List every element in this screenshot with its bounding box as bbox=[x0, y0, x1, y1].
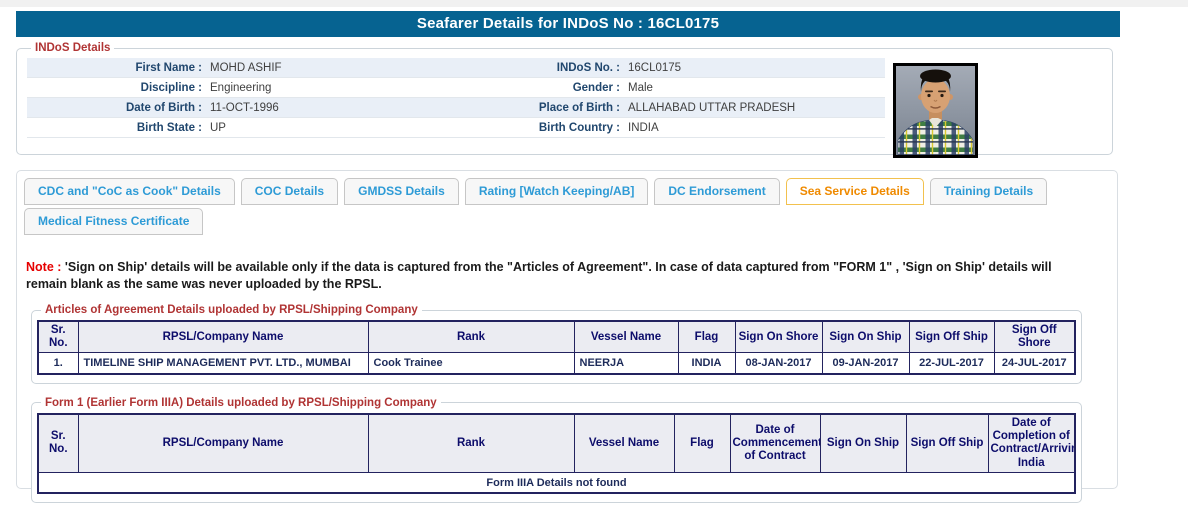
table-empty-row: Form IIIA Details not found bbox=[38, 472, 1075, 493]
birth-country-label: Birth Country : bbox=[505, 122, 627, 134]
column-header: Sign Off Shore bbox=[994, 321, 1075, 353]
detail-row: Discipline : Engineering Gender : Male bbox=[27, 78, 885, 98]
tab-row-2: Medical Fitness Certificate bbox=[24, 208, 1117, 235]
tab-row-1: CDC and "CoC as Cook" Details COC Detail… bbox=[24, 178, 1117, 205]
birth-country-value: INDIA bbox=[627, 122, 885, 134]
first-name-label: First Name : bbox=[27, 62, 209, 74]
table-cell-sign-off-shore: 24-JUL-2017 bbox=[994, 353, 1075, 374]
detail-row: Birth State : UP Birth Country : INDIA bbox=[27, 118, 885, 138]
column-header: Vessel Name bbox=[574, 321, 678, 353]
note-body: 'Sign on Ship' details will be available… bbox=[26, 260, 1052, 291]
birth-state-label: Birth State : bbox=[27, 122, 209, 134]
column-header: Sign On Ship bbox=[820, 414, 906, 472]
seafarer-photo bbox=[893, 63, 978, 158]
indos-details-grid: First Name : MOHD ASHIF INDoS No. : 16CL… bbox=[27, 58, 885, 138]
column-header: RPSL/Company Name bbox=[78, 414, 368, 472]
first-name-value: MOHD ASHIF bbox=[209, 62, 505, 74]
tab-medical-fitness-certificate[interactable]: Medical Fitness Certificate bbox=[24, 208, 203, 235]
form3a-not-found-message: Form IIIA Details not found bbox=[38, 472, 1075, 493]
table-cell-sign-on-shore: 08-JAN-2017 bbox=[735, 353, 822, 374]
form1-details-table: Sr. No. RPSL/Company Name Rank Vessel Na… bbox=[37, 413, 1076, 494]
detail-row: First Name : MOHD ASHIF INDoS No. : 16CL… bbox=[27, 58, 885, 78]
column-header: Sign Off Ship bbox=[909, 321, 994, 353]
tab-sea-service-details[interactable]: Sea Service Details bbox=[786, 178, 924, 205]
table-header-row: Sr. No. RPSL/Company Name Rank Vessel Na… bbox=[38, 321, 1075, 353]
table-cell-company: TIMELINE SHIP MANAGEMENT PVT. LTD., MUMB… bbox=[78, 353, 368, 374]
indos-no-label: INDoS No. : bbox=[505, 62, 627, 74]
tab-cdc-coc-as-cook-details[interactable]: CDC and "CoC as Cook" Details bbox=[24, 178, 235, 205]
agreement-details-table: Sr. No. RPSL/Company Name Rank Vessel Na… bbox=[37, 320, 1076, 375]
seafarer-tabs-panel: CDC and "CoC as Cook" Details COC Detail… bbox=[16, 170, 1118, 489]
seafarer-photo-image bbox=[896, 66, 975, 155]
gender-value: Male bbox=[627, 82, 885, 94]
gender-label: Gender : bbox=[505, 82, 627, 94]
indos-no-value: 16CL0175 bbox=[627, 62, 885, 74]
tab-rating-watch-keeping-ab[interactable]: Rating [Watch Keeping/AB] bbox=[465, 178, 649, 205]
page-title: Seafarer Details for INDoS No : 16CL0175 bbox=[16, 11, 1120, 37]
column-header: Sign On Shore bbox=[735, 321, 822, 353]
table-cell-flag: INDIA bbox=[678, 353, 735, 374]
table-row: 1. TIMELINE SHIP MANAGEMENT PVT. LTD., M… bbox=[38, 353, 1075, 374]
column-header: Rank bbox=[368, 414, 574, 472]
column-header: Sign Off Ship bbox=[906, 414, 988, 472]
tab-coc-details[interactable]: COC Details bbox=[241, 178, 338, 205]
column-header: Sr. No. bbox=[38, 414, 78, 472]
page-top-strip bbox=[0, 0, 1188, 7]
form1-details-section: Form 1 (Earlier Form IIIA) Details uploa… bbox=[31, 397, 1082, 503]
detail-row: Date of Birth : 11-OCT-1996 Place of Bir… bbox=[27, 98, 885, 118]
table-cell-vessel: NEERJA bbox=[574, 353, 678, 374]
indos-details-legend: INDoS Details bbox=[31, 42, 114, 54]
sign-on-ship-note: Note : 'Sign on Ship' details will be av… bbox=[26, 259, 1096, 292]
date-of-birth-label: Date of Birth : bbox=[27, 102, 209, 114]
indos-details-section: INDoS Details First Name : MOHD ASHIF IN… bbox=[16, 42, 1113, 155]
table-cell-rank: Cook Trainee bbox=[368, 353, 574, 374]
form1-details-legend: Form 1 (Earlier Form IIIA) Details uploa… bbox=[41, 397, 441, 409]
discipline-value: Engineering bbox=[209, 82, 505, 94]
birth-state-value: UP bbox=[209, 122, 505, 134]
column-header: Vessel Name bbox=[574, 414, 674, 472]
tab-gmdss-details[interactable]: GMDSS Details bbox=[344, 178, 459, 205]
column-header: Rank bbox=[368, 321, 574, 353]
agreement-details-section: Articles of Agreement Details uploaded b… bbox=[31, 304, 1082, 384]
note-prefix: Note : bbox=[26, 260, 61, 274]
tab-training-details[interactable]: Training Details bbox=[930, 178, 1047, 205]
agreement-details-legend: Articles of Agreement Details uploaded b… bbox=[41, 304, 422, 316]
column-header: Date of Completion of Contract/Arriving … bbox=[988, 414, 1075, 472]
column-header: Flag bbox=[674, 414, 730, 472]
table-cell-sr-no: 1. bbox=[38, 353, 78, 374]
discipline-label: Discipline : bbox=[27, 82, 209, 94]
column-header: Sr. No. bbox=[38, 321, 78, 353]
table-cell-sign-off-ship: 22-JUL-2017 bbox=[909, 353, 994, 374]
place-of-birth-label: Place of Birth : bbox=[505, 102, 627, 114]
column-header: Sign On Ship bbox=[822, 321, 909, 353]
column-header: Flag bbox=[678, 321, 735, 353]
column-header: RPSL/Company Name bbox=[78, 321, 368, 353]
place-of-birth-value: ALLAHABAD UTTAR PRADESH bbox=[627, 102, 885, 114]
tab-dc-endorsement[interactable]: DC Endorsement bbox=[654, 178, 779, 205]
table-header-row: Sr. No. RPSL/Company Name Rank Vessel Na… bbox=[38, 414, 1075, 472]
date-of-birth-value: 11-OCT-1996 bbox=[209, 102, 505, 114]
table-cell-sign-on-ship: 09-JAN-2017 bbox=[822, 353, 909, 374]
column-header: Date of Commencement of Contract bbox=[730, 414, 820, 472]
